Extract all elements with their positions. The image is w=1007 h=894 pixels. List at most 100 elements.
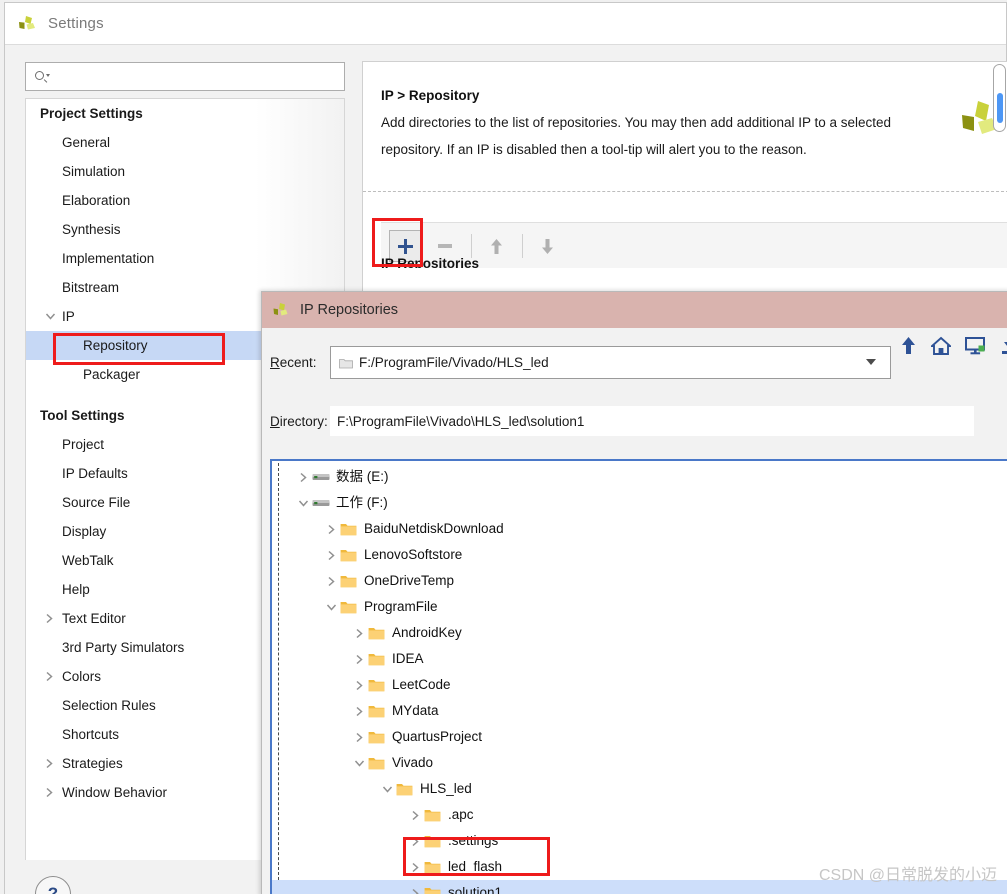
tree-node-数据-e-[interactable]: 数据 (E:) (272, 464, 1007, 490)
chevron-right-icon[interactable] (322, 550, 340, 561)
tree-node-quartusproject[interactable]: QuartusProject (272, 724, 1007, 750)
chevron-right-icon[interactable] (294, 472, 312, 483)
search-input[interactable] (25, 62, 345, 91)
chevron-right-icon[interactable] (45, 758, 62, 769)
sidebar-item-label: Packager (83, 367, 141, 382)
toolbar-separator (471, 234, 472, 258)
sidebar-item-label: Shortcuts (62, 727, 120, 742)
minus-icon (438, 244, 452, 248)
chevron-down-icon[interactable] (45, 311, 62, 322)
chevron-right-icon (412, 810, 419, 820)
sidebar-item-synthesis[interactable]: Synthesis (26, 215, 344, 244)
dialog-title: IP Repositories (300, 302, 399, 318)
directory-input[interactable]: F:\ProgramFile\Vivado\HLS_led\solution1 (330, 406, 974, 436)
chevron-down-icon[interactable] (322, 603, 340, 612)
tree-node--apc[interactable]: .apc (272, 802, 1007, 828)
home-icon[interactable] (929, 336, 953, 358)
tree-node-baidunetdiskdownload[interactable]: BaiduNetdiskDownload (272, 516, 1007, 542)
help-button[interactable]: ? (35, 876, 71, 894)
panel-description: Add directories to the list of repositor… (381, 115, 892, 157)
chevron-right-icon (328, 550, 335, 560)
dialog-nav-toolbar (900, 336, 1007, 358)
chevron-down-icon (45, 313, 56, 320)
chevron-right-icon (46, 758, 53, 768)
window-titlebar: Settings (5, 3, 1006, 45)
folder-icon (339, 357, 353, 369)
tree-node-label: BaiduNetdiskDownload (364, 521, 504, 537)
sidebar-item-label: Elaboration (62, 193, 131, 208)
breadcrumb: IP > Repository (381, 88, 480, 103)
sidebar-item-label: Text Editor (62, 611, 126, 626)
tree-node-lenovosoftstore[interactable]: LenovoSoftstore (272, 542, 1007, 568)
tree-node-label: LenovoSoftstore (364, 547, 463, 563)
scrollbar-thumb[interactable] (997, 93, 1003, 123)
chevron-right-icon[interactable] (350, 706, 368, 717)
chevron-down-icon[interactable] (378, 785, 396, 794)
directory-row: Directory: F:\ProgramFile\Vivado\HLS_led… (270, 406, 1005, 436)
tree-node-label: led_flash (448, 859, 503, 875)
tree-node-label: OneDriveTemp (364, 573, 455, 589)
sidebar-item-simulation[interactable]: Simulation (26, 157, 344, 186)
folder-icon (368, 626, 388, 640)
chevron-right-icon[interactable] (322, 576, 340, 587)
tree-node--settings[interactable]: .settings (272, 828, 1007, 854)
folder-icon (424, 860, 444, 874)
chevron-right-icon[interactable] (350, 628, 368, 639)
tree-node-androidkey[interactable]: AndroidKey (272, 620, 1007, 646)
chevron-right-icon[interactable] (45, 613, 62, 624)
sidebar-item-label: Bitstream (62, 280, 120, 295)
arrow-up-icon[interactable] (900, 336, 917, 358)
tree-node-onedrivetemp[interactable]: OneDriveTemp (272, 568, 1007, 594)
desktop-icon[interactable] (965, 336, 986, 358)
chevron-right-icon (356, 706, 363, 716)
chevron-right-icon[interactable] (350, 680, 368, 691)
vivado-logo-icon (17, 14, 39, 34)
tree-node-label: .apc (448, 807, 474, 823)
chevron-right-icon (300, 472, 307, 482)
chevron-down-icon[interactable] (294, 499, 312, 508)
tree-node-工作-f-[interactable]: 工作 (F:) (272, 490, 1007, 516)
chevron-right-icon[interactable] (406, 888, 424, 894)
chevron-right-icon[interactable] (406, 862, 424, 873)
ip-repositories-dialog: IP Repositories Recent: F:/ProgramFile/V… (261, 291, 1007, 894)
chevron-down-icon[interactable] (866, 359, 876, 365)
tree-node-hls-led[interactable]: HLS_led (272, 776, 1007, 802)
chevron-right-icon[interactable] (45, 671, 62, 682)
tree-node-vivado[interactable]: Vivado (272, 750, 1007, 776)
screenshot-root: Settings Project Settings General Simulati… (0, 0, 1007, 894)
sidebar-item-label: Simulation (62, 164, 126, 179)
chevron-right-icon[interactable] (45, 787, 62, 798)
tree-node-mydata[interactable]: MYdata (272, 698, 1007, 724)
recent-combobox[interactable]: F:/ProgramFile/Vivado/HLS_led (330, 346, 891, 379)
chevron-right-icon[interactable] (350, 732, 368, 743)
tree-node-label: HLS_led (420, 781, 472, 797)
sidebar-item-implementation[interactable]: Implementation (26, 244, 344, 273)
sidebar-item-general[interactable]: General (26, 128, 344, 157)
ip-list-scrollbar[interactable] (993, 64, 1006, 132)
chevron-right-icon (356, 732, 363, 742)
chevron-right-icon[interactable] (406, 836, 424, 847)
chevron-down-icon[interactable] (350, 759, 368, 768)
directory-browser-tree[interactable]: 数据 (E:) 工作 (F:) BaiduNetdiskDownload Lenovo… (270, 459, 1007, 894)
watermark: CSDN @日常脱发的小迈 (818, 867, 997, 884)
chevron-right-icon (356, 628, 363, 638)
move-down-button (531, 230, 563, 262)
tree-node-label: ProgramFile (364, 599, 438, 615)
chevron-right-icon (46, 613, 53, 623)
tree-node-label: IDEA (392, 651, 424, 667)
chevron-right-icon[interactable] (406, 810, 424, 821)
recent-value: F:/ProgramFile/Vivado/HLS_led (359, 355, 549, 370)
sidebar-item-label: Window Behavior (62, 785, 168, 800)
tree-node-idea[interactable]: IDEA (272, 646, 1007, 672)
sidebar-item-label: Repository (83, 338, 148, 353)
tree-node-programfile[interactable]: ProgramFile (272, 594, 1007, 620)
chevron-right-icon[interactable] (322, 524, 340, 535)
sidebar-item-label: Synthesis (62, 222, 121, 237)
directory-value: F:\ProgramFile\Vivado\HLS_led\solution1 (337, 413, 585, 429)
tree-node-leetcode[interactable]: LeetCode (272, 672, 1007, 698)
download-icon[interactable] (1000, 336, 1007, 358)
chevron-right-icon (412, 862, 419, 872)
recent-label: Recent: (270, 355, 317, 370)
sidebar-item-elaboration[interactable]: Elaboration (26, 186, 344, 215)
chevron-right-icon[interactable] (350, 654, 368, 665)
